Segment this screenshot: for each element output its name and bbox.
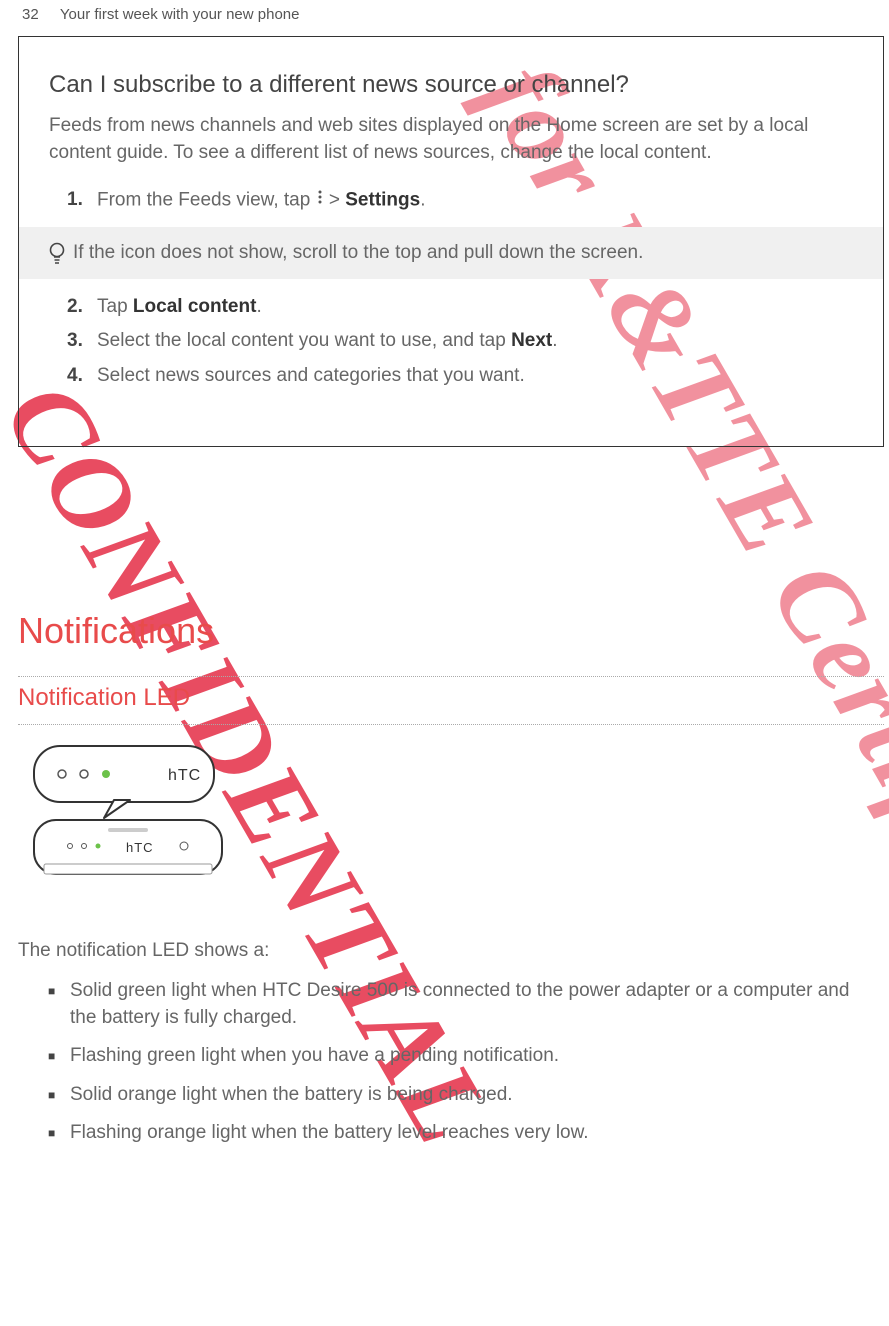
section-title: Your first week with your new phone: [60, 6, 300, 23]
faq-question: Can I subscribe to a different news sour…: [49, 71, 853, 99]
steps-list-cont: 2. Tap Local content. 3. Select the loca…: [49, 293, 853, 391]
divider: [18, 724, 884, 725]
step-text: From the Feeds view, tap > Settings.: [97, 186, 425, 215]
step-2: 2. Tap Local content.: [67, 293, 853, 322]
led-bullet-list: ■Solid green light when HTC Desire 500 i…: [48, 978, 869, 1159]
step-text: Select the local content you want to use…: [97, 327, 558, 356]
list-item: ■Solid orange light when the battery is …: [48, 1082, 869, 1109]
divider: [18, 676, 884, 677]
menu-icon: [316, 186, 324, 215]
list-item: ■Flashing green light when you have a pe…: [48, 1043, 869, 1070]
bullet-icon: ■: [48, 978, 70, 1031]
step-number: 1.: [67, 186, 97, 215]
step-number: 2.: [67, 293, 97, 322]
page-number: 32: [22, 6, 56, 23]
steps-list: 1. From the Feeds view, tap > Settings.: [49, 186, 853, 215]
list-item: ■Solid green light when HTC Desire 500 i…: [48, 978, 869, 1031]
heading-notifications: Notifications: [18, 610, 214, 652]
page-header: 32 Your first week with your new phone: [0, 0, 889, 23]
svg-text:hTC: hTC: [168, 767, 201, 784]
step-number: 3.: [67, 327, 97, 356]
tip-text: If the icon does not show, scroll to the…: [59, 242, 643, 264]
step-3: 3. Select the local content you want to …: [67, 327, 853, 356]
step-text: Tap Local content.: [97, 293, 262, 322]
faq-intro: Feeds from news channels and web sites d…: [49, 113, 853, 166]
bullet-icon: ■: [48, 1082, 70, 1109]
list-item: ■Flashing orange light when the battery …: [48, 1120, 869, 1147]
bullet-icon: ■: [48, 1120, 70, 1147]
phone-led-illustration: hTC hTC: [18, 740, 238, 870]
tip-callout: If the icon does not show, scroll to the…: [19, 227, 883, 279]
step-number: 4.: [67, 362, 97, 391]
lightbulb-icon: [29, 241, 59, 265]
faq-box: Can I subscribe to a different news sour…: [18, 36, 884, 447]
led-paragraph: The notification LED shows a:: [18, 940, 869, 962]
bullet-icon: ■: [48, 1043, 70, 1070]
step-1: 1. From the Feeds view, tap > Settings.: [67, 186, 853, 215]
heading-notification-led: Notification LED: [18, 684, 190, 712]
step-text: Select news sources and categories that …: [97, 362, 525, 391]
svg-text:hTC: hTC: [126, 840, 154, 855]
step-4: 4. Select news sources and categories th…: [67, 362, 853, 391]
